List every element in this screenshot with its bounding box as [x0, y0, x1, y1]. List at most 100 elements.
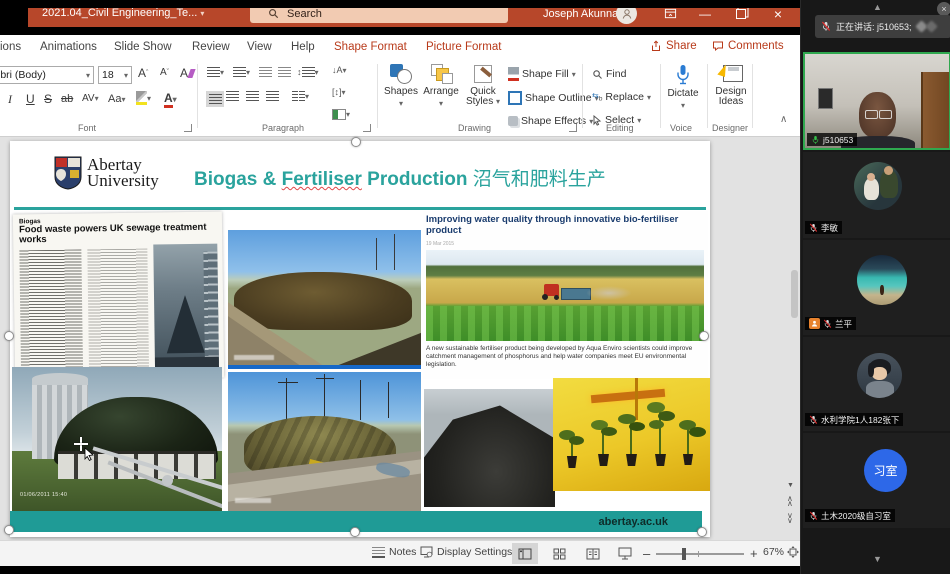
line-spacing-button[interactable]: ↕▾ — [297, 67, 319, 77]
highlight-button[interactable]: ▾ — [136, 91, 151, 105]
participant-video-tile[interactable]: j510653 — [803, 52, 950, 150]
find-button[interactable]: Find — [592, 68, 626, 80]
news-clipping-image[interactable]: Biogas Food waste powers UK sewage treat… — [13, 212, 224, 381]
normal-view-button[interactable] — [512, 543, 538, 564]
selection-handle-bottom-right[interactable] — [697, 527, 707, 537]
participant-tile[interactable]: 兰平 — [803, 240, 950, 335]
align-left-button[interactable] — [206, 91, 224, 107]
fit-to-window-button[interactable] — [787, 546, 799, 558]
document-title[interactable]: 2021.04_Civil Engineering_Te... ▾ — [42, 7, 204, 19]
change-case-button[interactable]: Aa▾ — [108, 93, 125, 105]
increase-indent-button[interactable] — [278, 67, 291, 77]
smartart-button[interactable]: ▾ — [332, 109, 350, 120]
arrange-icon — [430, 64, 452, 84]
zoom-out-button[interactable]: – — [643, 546, 650, 561]
share-icon — [650, 40, 662, 52]
selection-handle-bottom[interactable] — [350, 527, 360, 537]
zoom-slider-thumb[interactable] — [682, 548, 686, 560]
participant-tile[interactable]: 李敏 — [803, 152, 950, 238]
character-spacing-button[interactable]: AV▾ — [82, 93, 99, 104]
share-button[interactable]: Share — [650, 40, 697, 52]
align-center-button[interactable] — [226, 91, 239, 101]
quick-styles-button[interactable]: Quick Styles ▾ — [463, 64, 503, 107]
text-direction-button[interactable]: ↓A▾ — [332, 65, 347, 75]
clear-formatting-button[interactable]: A — [180, 66, 194, 80]
shape-outline-button[interactable]: Shape Outline▾ — [508, 91, 599, 105]
meeting-sidebar: ▲ × 正在讲话: j510653; j510653 — [800, 0, 950, 574]
web-article-image[interactable]: Improving water quality through innovati… — [423, 211, 708, 379]
selection-handle-top[interactable] — [351, 137, 361, 147]
underline-button[interactable]: U — [26, 92, 35, 106]
screen: 2021.04_Civil Engineering_Te... ▾ Search… — [0, 0, 950, 574]
dictate-button[interactable]: Dictate▾ — [662, 64, 704, 110]
increase-indent-icon — [278, 67, 291, 77]
scroll-down-arrow[interactable]: ▼ — [787, 482, 794, 489]
selection-handle-bottom-left[interactable] — [4, 525, 14, 535]
tab-transitions-cut[interactable]: ions — [0, 41, 21, 53]
decrease-indent-button[interactable] — [259, 67, 272, 77]
zoom-slider-track[interactable] — [656, 553, 744, 555]
collapse-ribbon-button[interactable]: ∧ — [780, 114, 787, 125]
paragraph-dialog-launcher[interactable] — [363, 124, 371, 132]
tab-picture-format[interactable]: Picture Format — [426, 41, 501, 53]
drawing-dialog-launcher[interactable] — [569, 124, 577, 132]
shape-fill-button[interactable]: Shape Fill▾ — [508, 67, 576, 81]
shrink-font-button[interactable]: Aˇ — [160, 67, 169, 78]
tab-view[interactable]: View — [247, 41, 272, 53]
shapes-button[interactable]: Shapes▾ — [383, 64, 419, 108]
strikethrough-button[interactable]: S — [44, 92, 52, 106]
tab-slide-show[interactable]: Slide Show — [114, 41, 172, 53]
slide-sorter-view-button[interactable] — [546, 543, 572, 564]
participant-tile[interactable]: 习室 土木2020级自习室 — [803, 433, 950, 528]
replace-button[interactable]: ⇆b Replace▾ — [592, 91, 651, 103]
shape-effects-button[interactable]: Shape Effects▾ — [508, 115, 593, 127]
italic-button[interactable]: I — [8, 92, 12, 107]
tab-animations[interactable]: Animations — [40, 41, 97, 53]
grow-font-button[interactable]: Aˆ — [138, 66, 148, 80]
selection-handle-right[interactable] — [699, 331, 709, 341]
account-name[interactable]: Joseph Akunna — [543, 8, 618, 20]
tab-review[interactable]: Review — [192, 41, 230, 53]
font-name-combo[interactable]: ibri (Body)▾ — [0, 66, 94, 84]
slide-canvas[interactable]: AbertayUniversity Biogas & Fertiliser Pr… — [10, 141, 710, 537]
font-color-button[interactable]: A▾ — [164, 91, 177, 108]
collapse-panel-icon[interactable]: ▲ — [873, 2, 882, 12]
waste-pile-photo[interactable] — [228, 230, 421, 369]
participant-name: 李敏 — [821, 222, 838, 234]
font-dialog-launcher[interactable] — [184, 124, 192, 132]
video-progress-bar — [228, 365, 421, 369]
align-right-button[interactable] — [246, 91, 259, 101]
zoom-in-button[interactable]: + — [750, 546, 758, 561]
selection-handle-left[interactable] — [4, 331, 14, 341]
zoom-level[interactable]: 67% — [763, 546, 784, 558]
previous-slide-button[interactable]: ∧∧ — [787, 496, 793, 506]
slide-title[interactable]: Biogas & Fertiliser Production 沼气和肥料生产 — [194, 164, 606, 191]
design-ideas-button[interactable]: Design Ideas — [710, 64, 752, 107]
reading-view-button[interactable] — [580, 543, 606, 564]
font-size-combo[interactable]: 18▾ — [98, 66, 132, 84]
participant-tile[interactable]: 水利学院1人182张下 — [803, 337, 950, 431]
slideshow-view-button[interactable] — [612, 543, 638, 564]
bullets-button[interactable]: ▾ — [207, 67, 224, 77]
numbering-button[interactable]: ▾ — [233, 67, 250, 77]
columns-button[interactable]: ▾ — [292, 91, 309, 101]
notes-button[interactable]: Notes — [372, 546, 416, 558]
comments-button[interactable]: Comments — [712, 40, 784, 52]
compost-heap-photo[interactable] — [424, 389, 555, 507]
grow-room-photo[interactable] — [553, 378, 710, 491]
tarp-pile-photo[interactable] — [228, 372, 421, 513]
arrange-button[interactable]: Arrange▾ — [421, 64, 461, 108]
tab-shape-format[interactable]: Shape Format — [334, 41, 407, 53]
panel-close-button[interactable]: × — [937, 2, 950, 16]
vertical-scrollbar-thumb[interactable] — [791, 270, 798, 318]
decrease-indent-icon — [259, 67, 272, 77]
tab-help[interactable]: Help — [291, 41, 315, 53]
digester-photo[interactable]: 01/06/2011 15:40 — [12, 367, 222, 512]
justify-button[interactable] — [266, 91, 279, 101]
align-text-button[interactable]: [↕]▾ — [332, 87, 346, 97]
display-settings-button[interactable]: Display Settings — [420, 546, 512, 558]
fit-to-window-icon — [787, 546, 799, 558]
strikethrough-ab-button[interactable]: ab — [61, 93, 73, 105]
next-slide-button[interactable]: ∨∨ — [787, 513, 793, 523]
scroll-more-icon[interactable]: ▼ — [873, 554, 882, 564]
